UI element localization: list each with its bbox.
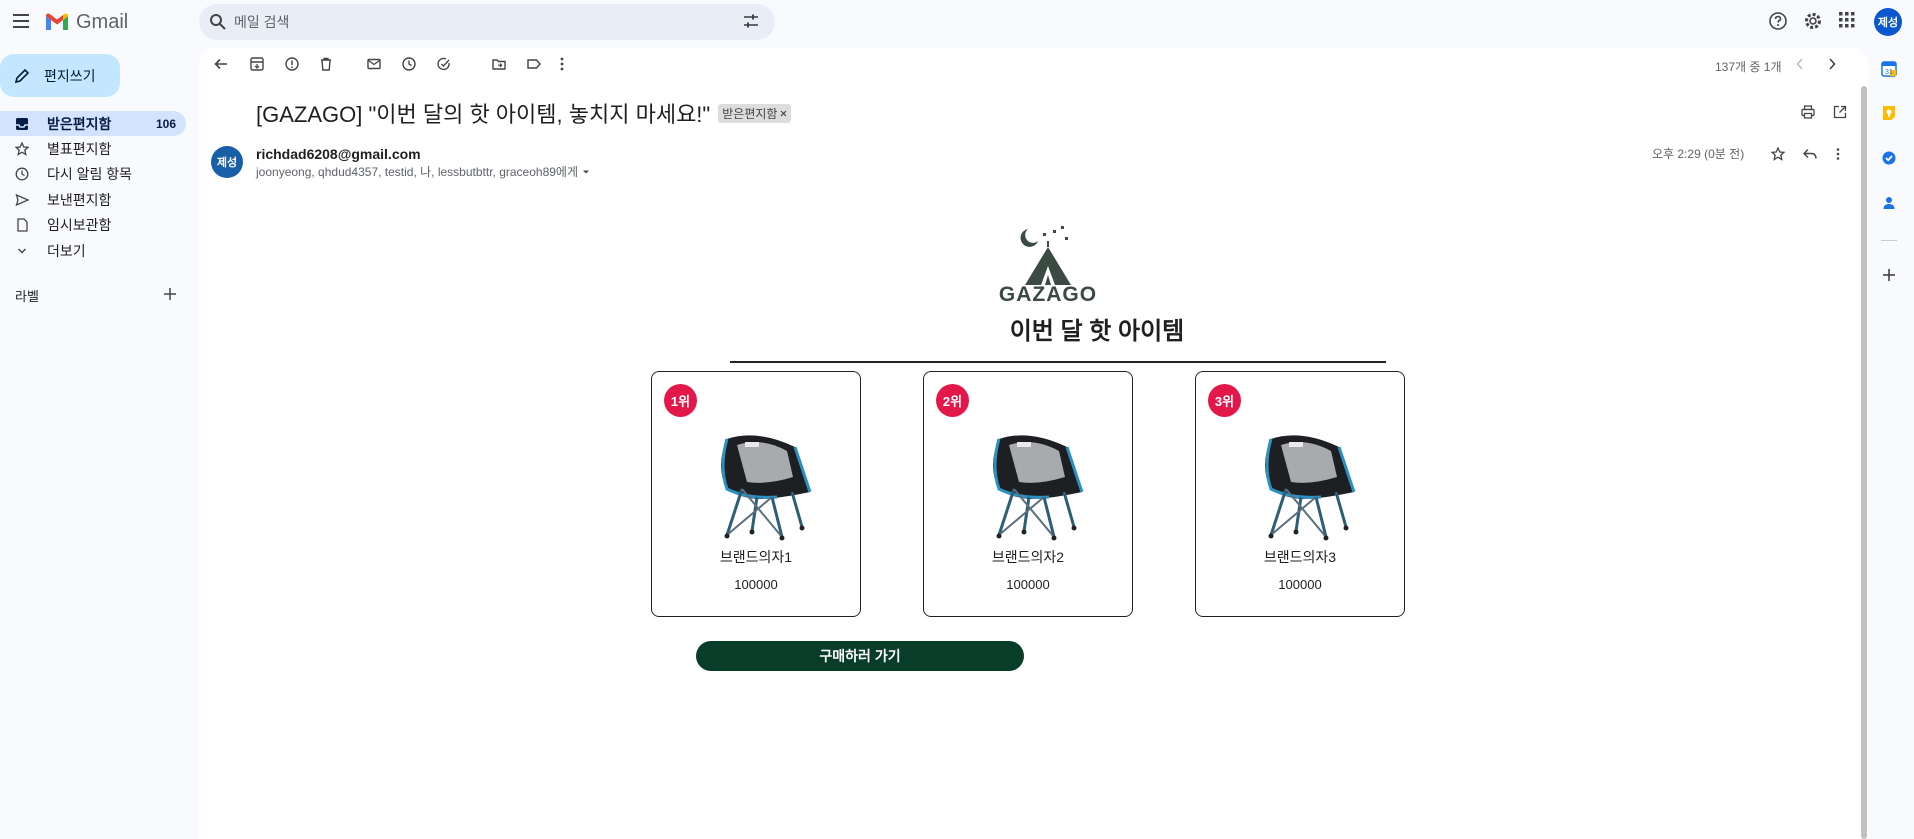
camping-chair-image: [993, 435, 1084, 541]
snooze-clock-icon[interactable]: [401, 56, 417, 72]
calendar-icon[interactable]: 31: [1881, 61, 1897, 77]
sidebar-item-sent[interactable]: 보낸편지함: [0, 187, 186, 212]
unread-count: 106: [155, 116, 176, 131]
chevron-down-icon: [14, 243, 30, 259]
label-badge-text: 받은편지함: [722, 106, 778, 121]
sidebar-item-label: 보낸편지함: [47, 191, 112, 208]
page-count: 137개 중 1개: [1715, 60, 1782, 74]
message-more-vertical-icon[interactable]: [1835, 147, 1841, 161]
star-icon: [14, 141, 30, 157]
camping-chair-image: [1265, 435, 1356, 541]
sidebar-item-label: 받은편지함: [47, 115, 112, 132]
product-name: 브랜드의자1: [719, 549, 793, 565]
send-icon: [14, 192, 30, 208]
show-details-dropdown-icon[interactable]: [581, 168, 591, 176]
product-price: 100000: [1006, 577, 1050, 592]
remove-label-close-icon[interactable]: [780, 110, 787, 117]
sidebar-item-more[interactable]: 더보기: [0, 238, 186, 263]
message-time: 오후 2:29 (0분 전): [1652, 147, 1745, 161]
star-message-icon[interactable]: [1771, 147, 1785, 161]
sidebar-item-drafts[interactable]: 임시보관함: [0, 212, 186, 237]
product-price: 100000: [1278, 577, 1322, 592]
sender-email[interactable]: richdad6208@gmail.com: [256, 146, 421, 162]
message-panel: 137개 중 1개 [GAZAGO] "이번 달의 핫 아이템, 놓치지 마세요…: [199, 48, 1868, 839]
product-card[interactable]: 3위 브랜드의자3 100000: [1195, 371, 1405, 617]
rank-badge: 3위: [1208, 384, 1241, 417]
add-label-icon[interactable]: [163, 287, 177, 301]
gazago-brand-logo: GAZAGO: [998, 221, 1098, 311]
gmail-logo[interactable]: Gmail: [44, 9, 128, 35]
apps-grid-icon[interactable]: [1838, 11, 1856, 29]
get-addons-plus-icon[interactable]: [1881, 267, 1897, 283]
sidebar-item-label: 더보기: [47, 242, 86, 259]
sender-avatar[interactable]: 제성: [211, 146, 243, 178]
search-bar[interactable]: [199, 4, 775, 40]
back-arrow-icon[interactable]: [213, 56, 229, 72]
rail-divider: [1881, 240, 1897, 241]
sidebar-item-label: 다시 알림 항목: [47, 165, 133, 182]
search-icon[interactable]: [209, 13, 227, 31]
inbox-label-badge[interactable]: 받은편지함: [718, 103, 792, 123]
delete-trash-icon[interactable]: [318, 56, 334, 72]
gmail-m-icon: [44, 12, 70, 32]
sidebar-item-snoozed[interactable]: 다시 알림 항목: [0, 161, 186, 186]
product-price: 100000: [734, 577, 778, 592]
product-card[interactable]: 2위 브랜드의자2 100000: [923, 371, 1133, 617]
top-bar: Gmail 제성: [0, 0, 1914, 44]
move-to-folder-icon[interactable]: [491, 56, 507, 72]
message-subject: [GAZAGO] "이번 달의 핫 아이템, 놓치지 마세요!" 받은편지함: [256, 97, 792, 129]
buy-now-button[interactable]: 구매하러 가기: [696, 641, 1024, 671]
sidebar-item-label: 임시보관함: [47, 216, 112, 233]
product-name: 브랜드의자3: [1263, 549, 1337, 565]
svg-text:31: 31: [1885, 69, 1893, 76]
heading-divider: [730, 361, 1386, 363]
compose-button[interactable]: 편지쓰기: [0, 54, 120, 97]
compose-label: 편지쓰기: [44, 67, 96, 84]
vertical-scrollbar[interactable]: [1861, 86, 1867, 839]
recipients-line[interactable]: joonyeong, qhdud4357, testid, 나, lessbut…: [256, 163, 591, 180]
help-icon[interactable]: [1768, 11, 1788, 31]
labels-heading: 라벨: [15, 289, 39, 304]
label-tag-icon[interactable]: [526, 56, 542, 72]
search-options-icon[interactable]: [742, 13, 760, 29]
older-chevron-right-icon[interactable]: [1826, 56, 1838, 72]
sidebar-item-inbox[interactable]: 받은편지함 106: [0, 111, 186, 136]
settings-gear-icon[interactable]: [1803, 11, 1823, 31]
add-task-icon[interactable]: [436, 56, 452, 72]
sidebar-item-starred[interactable]: 별표편지함: [0, 136, 186, 161]
archive-icon[interactable]: [249, 56, 265, 72]
rank-badge: 2위: [936, 384, 969, 417]
email-heading: 이번 달 핫 아이템: [1009, 318, 1185, 345]
rank-badge: 1위: [664, 384, 697, 417]
subject-text: [GAZAGO] "이번 달의 핫 아이템, 놓치지 마세요!": [256, 102, 711, 127]
mark-unread-icon[interactable]: [366, 56, 382, 72]
main-menu-icon[interactable]: [8, 6, 36, 36]
brand-wordmark: GAZAGO: [998, 283, 1098, 306]
clock-icon: [14, 166, 30, 182]
open-new-window-icon[interactable]: [1832, 104, 1848, 120]
keep-notes-icon[interactable]: [1881, 105, 1897, 121]
sidebar-item-label: 별표편지함: [47, 140, 112, 157]
inbox-icon: [14, 116, 30, 132]
product-name: 브랜드의자2: [991, 549, 1065, 565]
account-avatar[interactable]: 제성: [1874, 8, 1902, 36]
recipients-text: joonyeong, qhdud4357, testid, 나, lessbut…: [256, 165, 578, 179]
app-name: Gmail: [76, 10, 129, 33]
report-spam-icon[interactable]: [284, 56, 300, 72]
contacts-icon[interactable]: [1881, 195, 1897, 211]
newer-chevron-left-icon[interactable]: [1794, 56, 1806, 72]
reply-icon[interactable]: [1802, 147, 1818, 161]
print-icon[interactable]: [1800, 104, 1816, 120]
pencil-icon: [14, 68, 30, 84]
draft-icon: [14, 217, 30, 233]
more-vertical-icon[interactable]: [559, 56, 565, 72]
product-card[interactable]: 1위 브랜드의자1 100000: [651, 371, 861, 617]
camping-chair-image: [721, 435, 812, 541]
tasks-icon[interactable]: [1881, 150, 1897, 166]
search-input[interactable]: [234, 10, 714, 34]
